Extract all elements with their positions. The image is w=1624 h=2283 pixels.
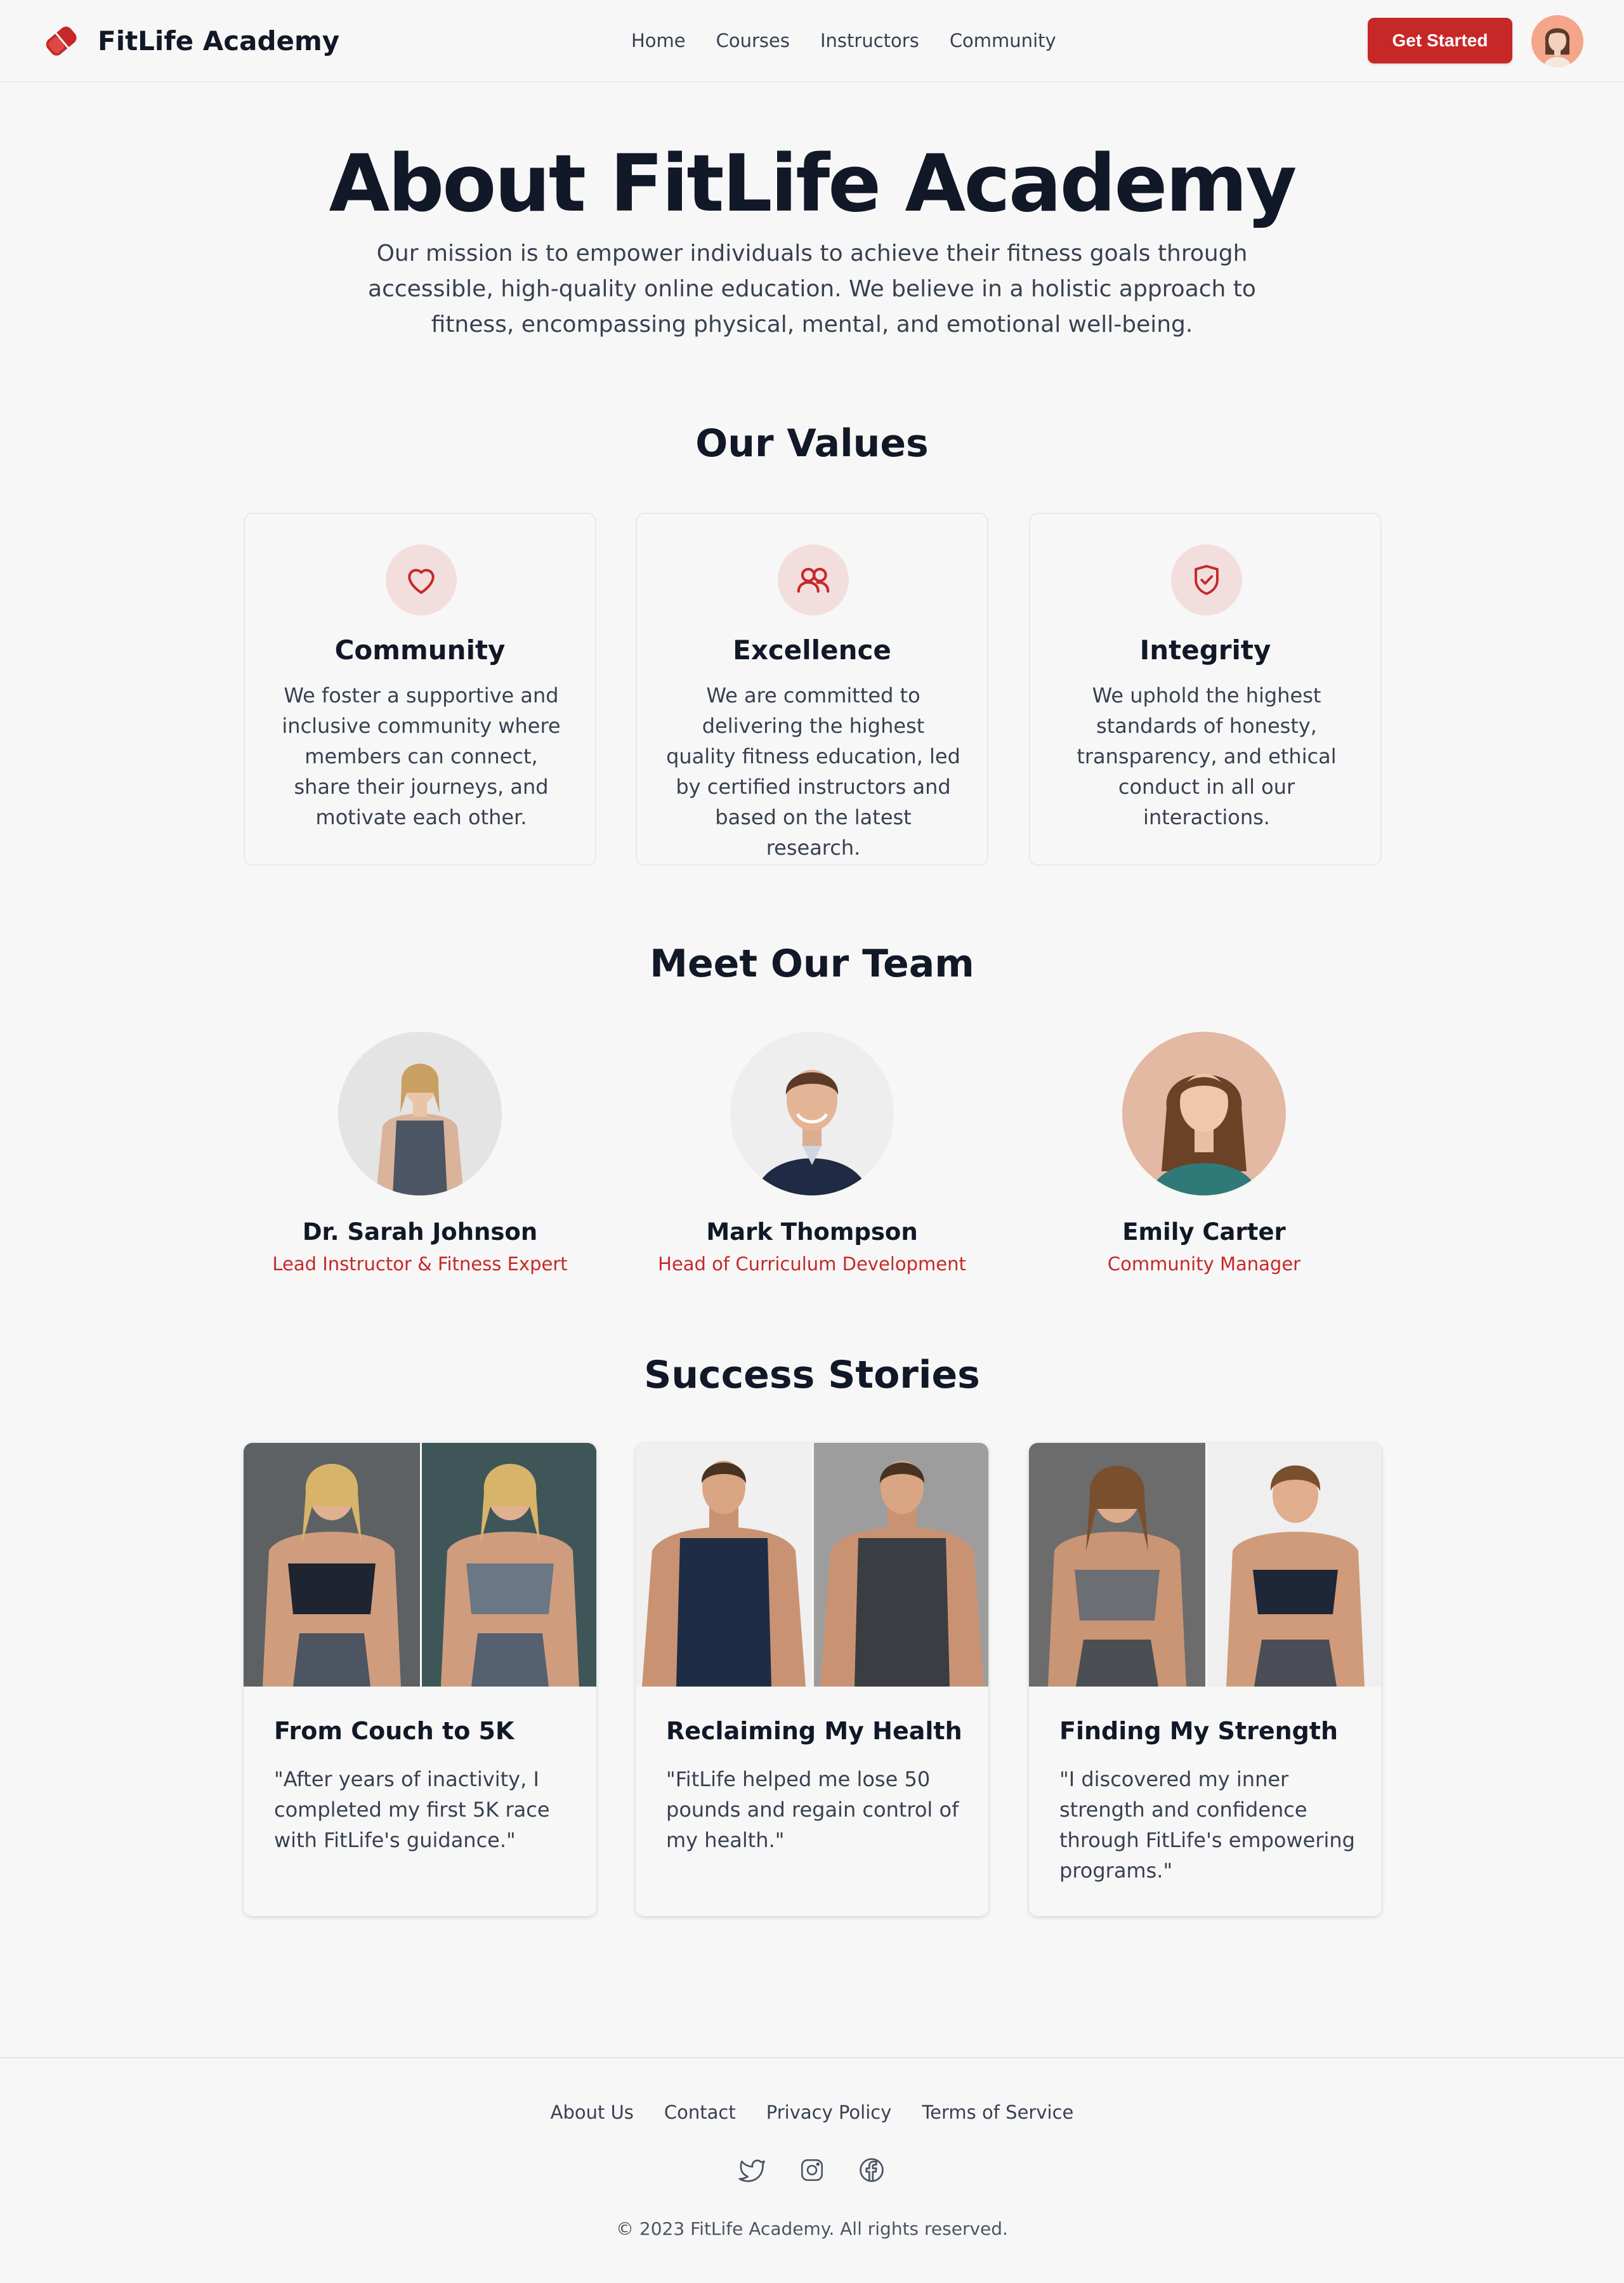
main-nav: Home Courses Instructors Community bbox=[631, 28, 1087, 53]
footer-link-terms[interactable]: Terms of Service bbox=[922, 2102, 1073, 2123]
team-role: Head of Curriculum Development bbox=[658, 1253, 966, 1275]
team-name: Emily Carter bbox=[1122, 1218, 1286, 1246]
footer-link-privacy[interactable]: Privacy Policy bbox=[766, 2102, 892, 2123]
team-name: Mark Thompson bbox=[706, 1218, 918, 1246]
logo-icon bbox=[46, 26, 77, 56]
value-card-integrity: Integrity We uphold the highest standard… bbox=[1029, 513, 1382, 865]
copyright-text: © 2023 FitLife Academy. All rights reser… bbox=[616, 2218, 1008, 2239]
story-card[interactable]: From Couch to 5K "After years of inactiv… bbox=[244, 1443, 596, 1916]
story-before-after-image bbox=[636, 1443, 988, 1687]
story-title: Finding My Strength bbox=[1059, 1717, 1339, 1745]
instagram-icon[interactable] bbox=[797, 2155, 827, 2185]
value-card-excellence: Excellence We are committed to deliverin… bbox=[636, 513, 988, 865]
team-photo-emily bbox=[1122, 1032, 1286, 1195]
team-heading: Meet Our Team bbox=[650, 942, 974, 986]
social-links bbox=[0, 2155, 1624, 2185]
value-description: We are committed to delivering the highe… bbox=[666, 683, 960, 860]
values-heading: Our Values bbox=[695, 421, 929, 466]
get-started-button[interactable]: Get Started bbox=[1368, 18, 1512, 63]
story-quote: "FitLife helped me lose 50 pounds and re… bbox=[666, 1767, 959, 1852]
team-member-card: Dr. Sarah Johnson Lead Instructor & Fitn… bbox=[223, 1032, 617, 1275]
value-description: We uphold the highest standards of hones… bbox=[1077, 683, 1337, 829]
twitter-icon[interactable] bbox=[737, 2155, 768, 2185]
value-description: We foster a supportive and inclusive com… bbox=[282, 683, 561, 829]
user-avatar[interactable] bbox=[1531, 15, 1583, 67]
story-quote: "I discovered my inner strength and conf… bbox=[1059, 1767, 1355, 1883]
nav-community[interactable]: Community bbox=[950, 28, 1056, 53]
value-card-community: Community We foster a supportive and inc… bbox=[244, 513, 596, 865]
story-quote: "After years of inactivity, I completed … bbox=[274, 1767, 550, 1852]
site-header: FitLife Academy Home Courses Instructors… bbox=[0, 0, 1624, 82]
footer-link-contact[interactable]: Contact bbox=[664, 2102, 736, 2123]
team-member-card: Emily Carter Community Manager bbox=[1007, 1032, 1401, 1275]
story-before-after-image bbox=[1029, 1443, 1382, 1687]
value-title: Community bbox=[334, 635, 506, 666]
team-member-card: Mark Thompson Head of Curriculum Develop… bbox=[615, 1032, 1009, 1275]
nav-courses[interactable]: Courses bbox=[716, 28, 790, 53]
team-photo-mark bbox=[730, 1032, 894, 1195]
shield-check-icon bbox=[1171, 544, 1242, 615]
story-card[interactable]: Reclaiming My Health "FitLife helped me … bbox=[636, 1443, 988, 1916]
facebook-icon[interactable] bbox=[856, 2155, 887, 2185]
story-before-after-image bbox=[244, 1443, 596, 1687]
nav-home[interactable]: Home bbox=[631, 28, 686, 53]
team-name: Dr. Sarah Johnson bbox=[302, 1218, 538, 1246]
site-footer: About Us Contact Privacy Policy Terms of… bbox=[0, 2057, 1624, 2283]
footer-links: About Us Contact Privacy Policy Terms of… bbox=[0, 2102, 1624, 2123]
story-title: Reclaiming My Health bbox=[666, 1717, 962, 1745]
nav-instructors[interactable]: Instructors bbox=[820, 28, 919, 53]
value-title: Integrity bbox=[1139, 635, 1271, 666]
page-title: About FitLife Academy bbox=[329, 138, 1297, 230]
value-title: Excellence bbox=[733, 635, 891, 666]
story-card[interactable]: Finding My Strength "I discovered my inn… bbox=[1029, 1443, 1382, 1916]
footer-link-about[interactable]: About Us bbox=[551, 2102, 634, 2123]
brand-name: FitLife Academy bbox=[98, 25, 340, 56]
team-photo-sarah bbox=[338, 1032, 502, 1195]
brand-logo[interactable]: FitLife Academy bbox=[42, 22, 339, 60]
team-role: Community Manager bbox=[1107, 1253, 1301, 1275]
stories-heading: Success Stories bbox=[644, 1353, 980, 1397]
avatar-icon bbox=[1531, 15, 1583, 67]
mission-text: Our mission is to empower individuals to… bbox=[368, 240, 1256, 338]
heart-icon bbox=[386, 544, 457, 615]
team-role: Lead Instructor & Fitness Expert bbox=[272, 1253, 568, 1275]
users-icon bbox=[778, 544, 849, 615]
story-title: From Couch to 5K bbox=[274, 1717, 514, 1745]
